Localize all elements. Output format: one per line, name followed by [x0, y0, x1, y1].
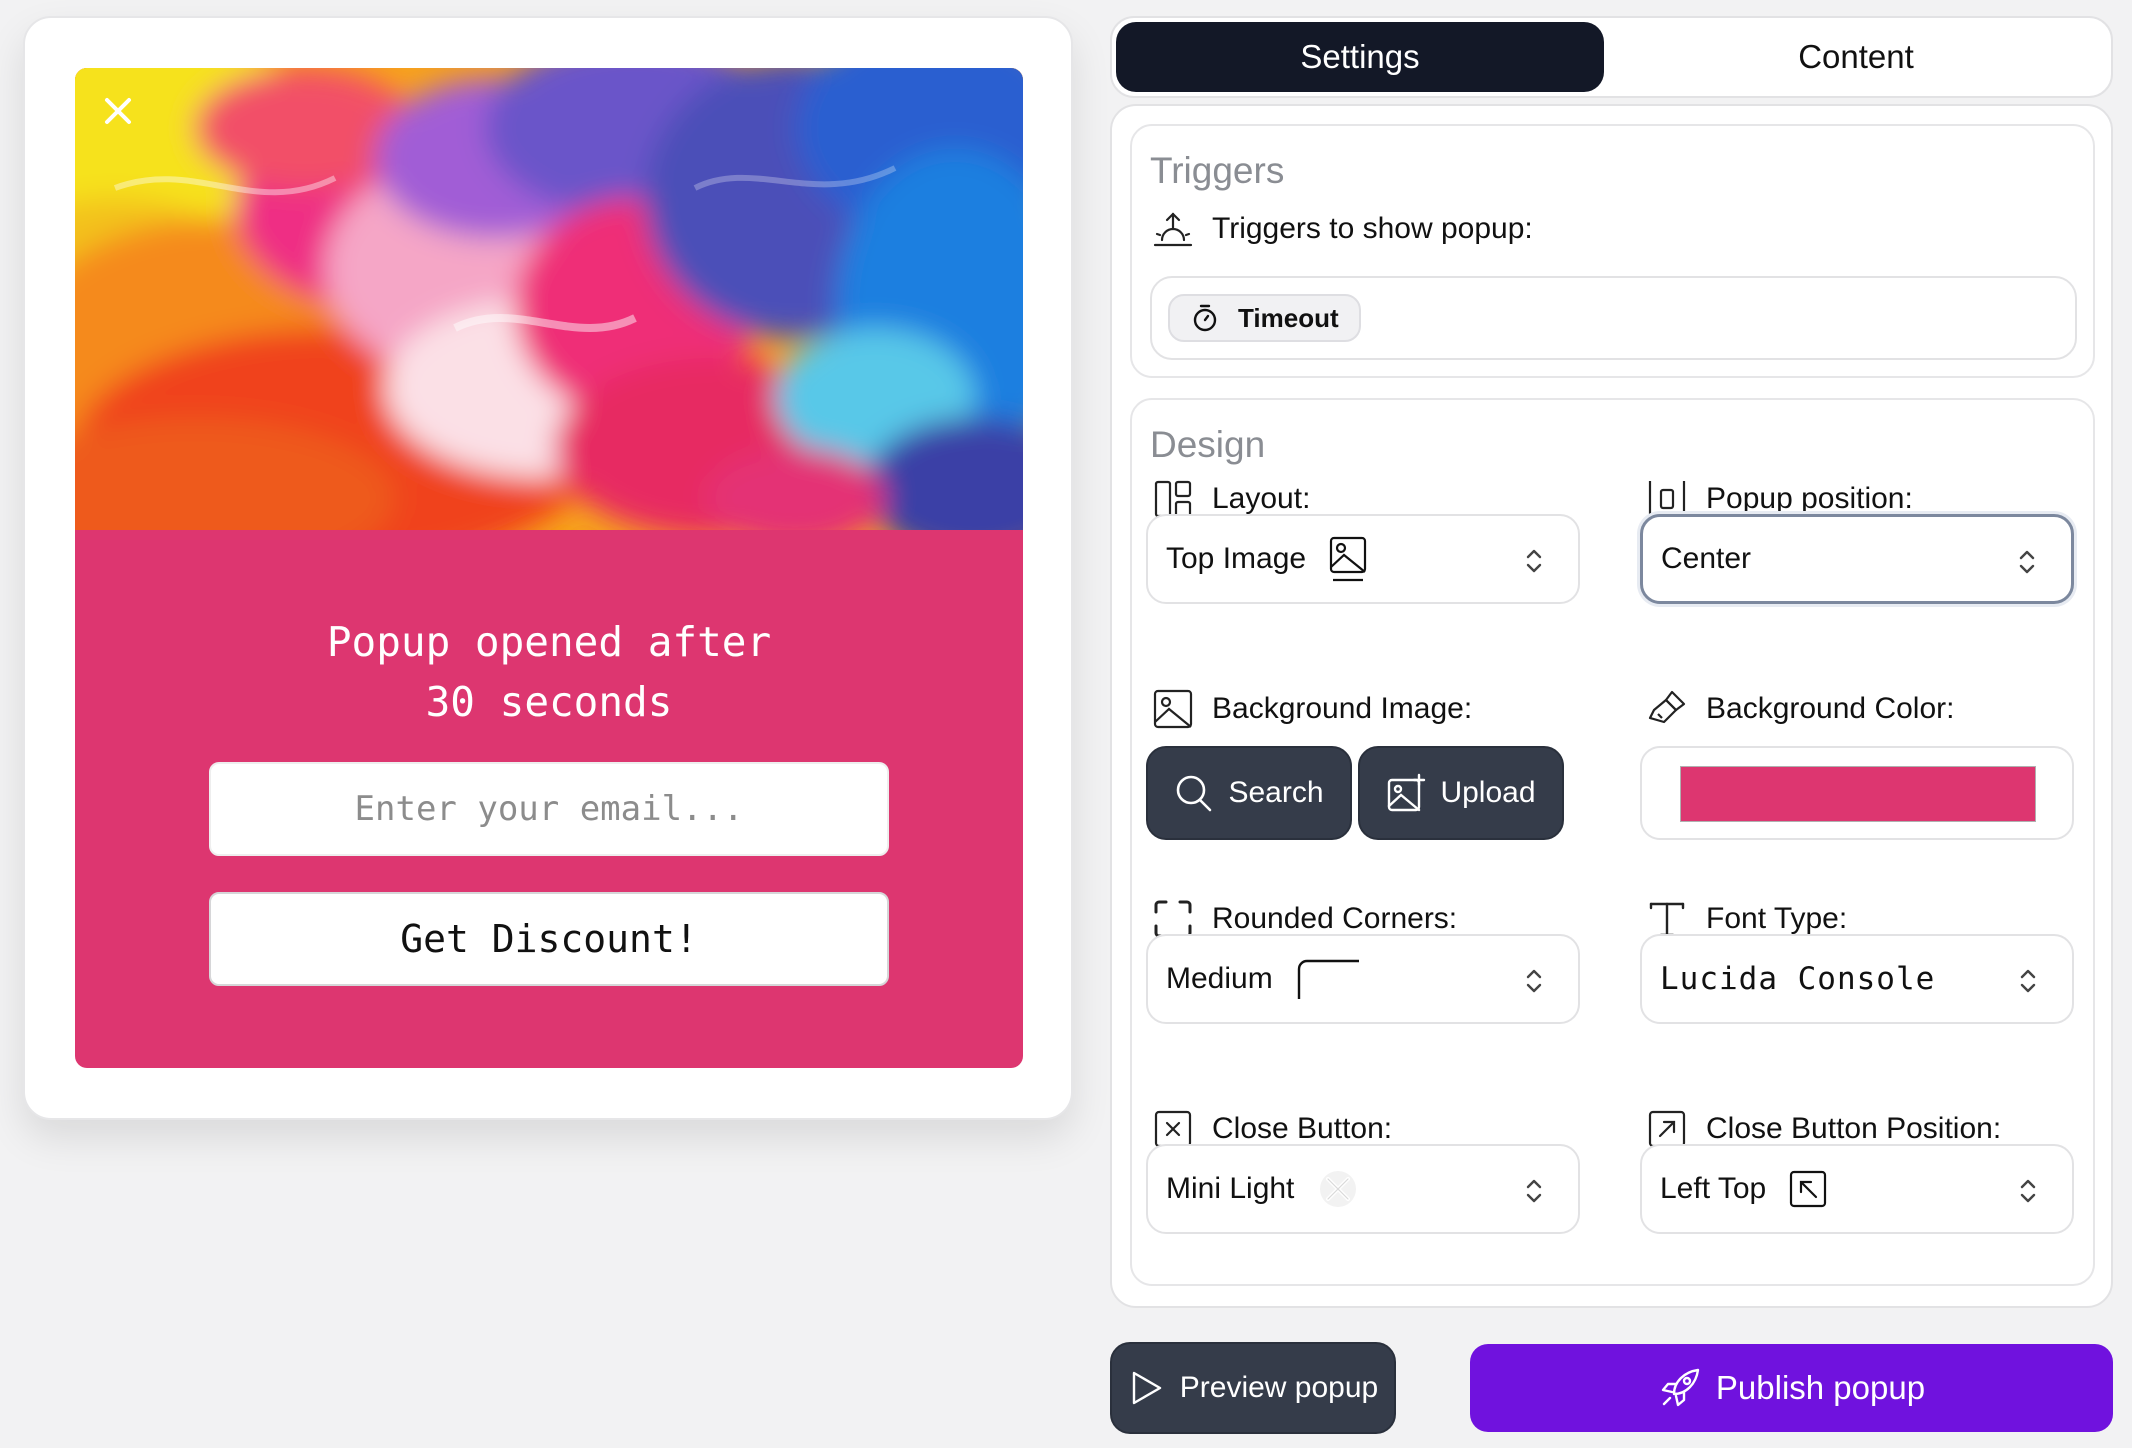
rounded-corners-value: Medium [1166, 962, 1273, 995]
publish-popup-label: Publish popup [1715, 1369, 1926, 1406]
rocket-icon [1661, 1368, 1700, 1407]
background-color-picker[interactable] [1640, 746, 2074, 840]
font-type-select[interactable]: Lucida Console [1640, 934, 2074, 1024]
close-button-select[interactable]: Mini Light [1146, 1144, 1580, 1234]
arrow-up-left-square-icon [1788, 1169, 1828, 1209]
background-color-label: Background Color: [1644, 686, 1954, 732]
tab-content[interactable]: Content [1612, 22, 2100, 92]
paint-brush-icon [1644, 686, 1690, 732]
layout-select-value: Top Image [1166, 542, 1307, 575]
top-image-icon [1328, 535, 1368, 583]
image-upload-icon [1388, 773, 1426, 812]
close-position-select[interactable]: Left Top [1640, 1144, 2074, 1234]
font-type-value: Lucida Console [1660, 961, 1936, 997]
rounded-corners-select[interactable]: Medium [1146, 934, 1580, 1024]
font-type-label-text: Font Type: [1706, 902, 1848, 935]
triggers-title: Triggers [1150, 150, 1285, 191]
triggers-box[interactable]: Timeout [1150, 276, 2077, 360]
background-image-label: Background Image: [1150, 686, 1472, 732]
search-image-button[interactable]: Search [1146, 746, 1352, 840]
image-icon [1150, 686, 1196, 732]
close-position-value: Left Top [1660, 1172, 1767, 1205]
chevron-updown-icon [1526, 549, 1542, 573]
chevron-updown-icon [2019, 550, 2035, 574]
search-image-label: Search [1228, 776, 1324, 809]
popup-close-icon[interactable] [95, 88, 141, 134]
close-position-label-text: Close Button Position: [1706, 1112, 2002, 1145]
popup-email-input[interactable] [209, 762, 889, 856]
settings-panel: Triggers Triggers to show popup: Timeout… [1110, 104, 2113, 1308]
corner-preview-icon [1295, 959, 1361, 999]
sunrise-trigger-icon [1150, 206, 1196, 252]
close-button-label-text: Close Button: [1212, 1112, 1393, 1145]
popup-title: Popup opened after 30 seconds [326, 618, 772, 726]
trigger-chip-label: Timeout [1238, 302, 1339, 333]
upload-image-button[interactable]: Upload [1358, 746, 1564, 840]
preview-popup-label: Preview popup [1179, 1371, 1379, 1404]
background-color-label-text: Background Color: [1706, 692, 1955, 725]
timer-icon [1193, 304, 1217, 332]
rounded-corners-label-text: Rounded Corners: [1212, 902, 1458, 935]
trigger-chip-timeout[interactable]: Timeout [1168, 294, 1361, 342]
popup-top-image [75, 68, 1023, 530]
settings-tabs: Settings Content [1110, 16, 2113, 98]
publish-popup-button[interactable]: Publish popup [1470, 1344, 2113, 1432]
background-color-swatch [1680, 766, 2036, 822]
popup: Popup opened after 30 seconds Get Discou… [75, 68, 1023, 1068]
search-icon [1177, 775, 1212, 812]
chevron-updown-icon [2020, 969, 2036, 993]
position-label-text: Popup position: [1706, 482, 1913, 515]
triggers-label: Triggers to show popup: [1150, 206, 1533, 252]
close-button-value: Mini Light [1166, 1172, 1295, 1205]
upload-image-label: Upload [1440, 776, 1536, 809]
design-title: Design [1150, 424, 1266, 465]
preview-popup-button[interactable]: Preview popup [1110, 1342, 1396, 1434]
abstract-paint-image [75, 68, 1023, 530]
layout-label-text: Layout: [1212, 482, 1311, 515]
mini-light-close-icon [1316, 1167, 1360, 1211]
background-image-label-text: Background Image: [1212, 692, 1473, 725]
popup-preview-card: Popup opened after 30 seconds Get Discou… [23, 16, 1073, 1120]
popup-body: Popup opened after 30 seconds Get Discou… [75, 530, 1023, 1068]
layout-select[interactable]: Top Image [1146, 514, 1580, 604]
design-section: Design Layout: Top Image Popup position:… [1130, 398, 2095, 1286]
chevron-updown-icon [1526, 1179, 1542, 1203]
triggers-section: Triggers Triggers to show popup: Timeout [1130, 124, 2095, 378]
play-icon [1132, 1371, 1161, 1405]
tab-settings[interactable]: Settings [1116, 22, 1604, 92]
get-discount-button[interactable]: Get Discount! [209, 892, 889, 986]
triggers-label-text: Triggers to show popup: [1212, 212, 1533, 245]
position-select-value: Center [1661, 542, 1752, 575]
chevron-updown-icon [1526, 969, 1542, 993]
position-select[interactable]: Center [1640, 514, 2074, 604]
chevron-updown-icon [2020, 1179, 2036, 1203]
